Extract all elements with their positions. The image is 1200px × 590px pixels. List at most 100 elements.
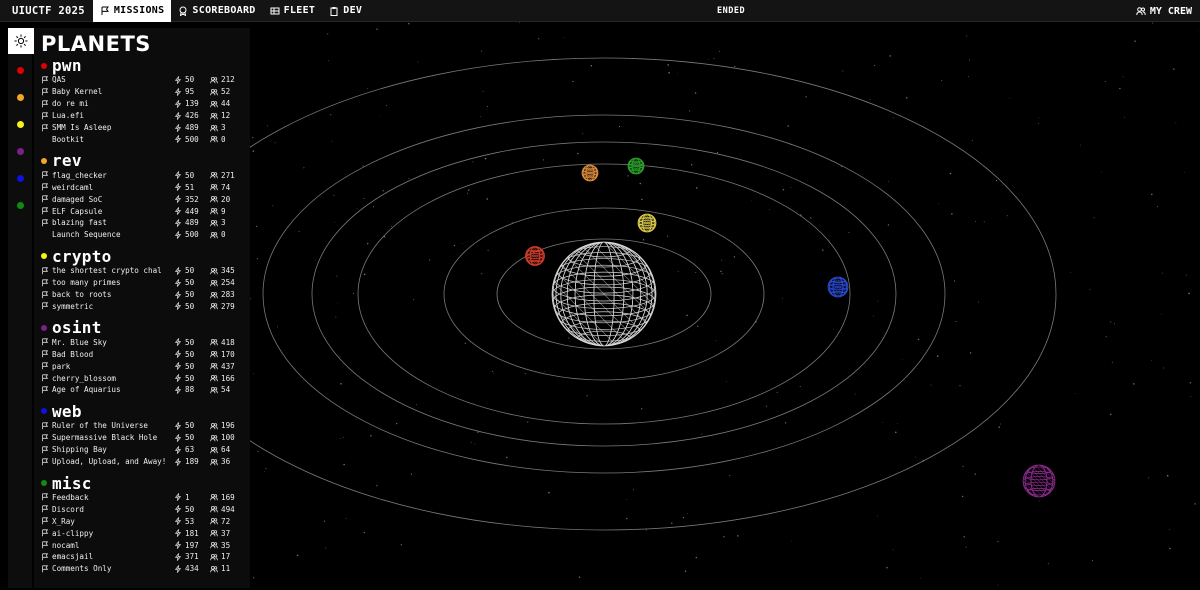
- star: [997, 584, 999, 586]
- challenge-row[interactable]: back to roots 50 283: [41, 289, 246, 301]
- star: [645, 529, 647, 531]
- challenge-row[interactable]: Launch Sequence 500 0: [41, 229, 246, 241]
- solves-icon: [210, 291, 218, 298]
- challenge-name: Ruler of the Universe: [52, 421, 149, 431]
- challenge-row[interactable]: SMM Is Asleep 489 3: [41, 122, 246, 134]
- star: [1133, 383, 1135, 385]
- challenge-solves: 35: [221, 540, 231, 550]
- challenge-solves: 212: [221, 75, 235, 85]
- star: [886, 567, 888, 569]
- challenge-row[interactable]: QAS 50 212: [41, 74, 246, 86]
- star: [379, 115, 381, 116]
- planet-rev[interactable]: [580, 151, 599, 194]
- challenge-row[interactable]: X_Ray 53 72: [41, 515, 246, 527]
- challenge-row[interactable]: weirdcaml 51 74: [41, 181, 246, 193]
- star: [936, 355, 939, 357]
- star: [671, 522, 673, 524]
- challenge-row[interactable]: Upload, Upload, and Away! 189 36: [41, 456, 246, 468]
- rail-category-dot[interactable]: [17, 67, 24, 74]
- nav-fleet[interactable]: FLEET: [263, 0, 323, 22]
- challenge-solves: 9: [221, 206, 226, 216]
- nav-dev[interactable]: DEV: [322, 0, 369, 22]
- challenge-row[interactable]: Comments Only 434 11: [41, 563, 246, 575]
- star: [1000, 423, 1002, 425]
- challenge-row[interactable]: cherry_blossom 50 166: [41, 372, 246, 384]
- challenge-row[interactable]: Supermassive Black Hole 50 100: [41, 432, 246, 444]
- challenge-row[interactable]: emacsjail 371 17: [41, 551, 246, 563]
- challenge-points: 500: [185, 230, 199, 240]
- rail-category-dot[interactable]: [17, 94, 24, 101]
- star: [298, 231, 300, 233]
- category-header[interactable]: rev: [41, 151, 246, 170]
- flag-icon: [42, 434, 49, 441]
- challenge-row[interactable]: Bootkit 500 0: [41, 133, 246, 145]
- challenge-row[interactable]: nocaml 197 35: [41, 539, 246, 551]
- challenge-row[interactable]: symmetric 50 279: [41, 300, 246, 312]
- category-header[interactable]: pwn: [41, 56, 246, 75]
- challenge-row[interactable]: Age of Aquarius 88 54: [41, 384, 246, 396]
- star: [538, 38, 540, 40]
- category-header[interactable]: web: [41, 402, 246, 421]
- challenge-row[interactable]: ai-clippy 181 37: [41, 527, 246, 539]
- challenge-solves: 418: [221, 337, 235, 347]
- star: [1047, 563, 1049, 565]
- nav-missions[interactable]: MISSIONS: [92, 0, 172, 22]
- challenge-row[interactable]: flag_checker 50 271: [41, 169, 246, 181]
- challenge-solves: 64: [221, 445, 231, 455]
- rail-category-dot[interactable]: [17, 175, 24, 182]
- points-icon: [174, 183, 182, 192]
- challenge-row[interactable]: Lua.efi 426 12: [41, 110, 246, 122]
- nav-missions-label: MISSIONS: [113, 5, 165, 16]
- challenge-row[interactable]: park 50 437: [41, 360, 246, 372]
- challenge-row[interactable]: do re mi 139 44: [41, 98, 246, 110]
- star: [1189, 382, 1192, 384]
- planet-pwn[interactable]: [524, 230, 547, 281]
- challenge-row[interactable]: damaged SoC 352 20: [41, 193, 246, 205]
- challenge-solves: 345: [221, 266, 235, 276]
- star: [333, 194, 335, 196]
- rail-category-dot[interactable]: [17, 148, 24, 155]
- planet-crypto[interactable]: [636, 199, 658, 248]
- star: [1089, 288, 1091, 290]
- planet-misc[interactable]: [626, 144, 645, 187]
- planet-web[interactable]: [826, 260, 850, 314]
- my-crew-button[interactable]: MY CREW: [1136, 0, 1192, 22]
- challenge-row[interactable]: Bad Blood 50 170: [41, 348, 246, 360]
- points-icon: [174, 445, 182, 454]
- theme-toggle-button[interactable]: [8, 28, 34, 54]
- category-header[interactable]: crypto: [41, 247, 246, 266]
- challenge-row[interactable]: the shortest crypto chal 50 345: [41, 265, 246, 277]
- challenge-row[interactable]: Mr. Blue Sky 50 418: [41, 336, 246, 348]
- star: [641, 408, 643, 410]
- challenge-row[interactable]: blazing fast 489 3: [41, 217, 246, 229]
- solves-icon: [210, 172, 218, 179]
- points-icon: [174, 111, 182, 120]
- category-header[interactable]: misc: [41, 474, 246, 493]
- category-section: misc Feedback 1 169 Discord 50 494 X_Ray 53 72 ai-…: [41, 474, 246, 575]
- star: [376, 28, 378, 30]
- star: [644, 304, 646, 306]
- category-name: osint: [52, 318, 102, 338]
- rail-category-dot[interactable]: [17, 202, 24, 209]
- nav-scoreboard[interactable]: SCOREBOARD: [171, 0, 262, 22]
- challenge-row[interactable]: Shipping Bay 63 64: [41, 444, 246, 456]
- challenge-row[interactable]: Discord 50 494: [41, 503, 246, 515]
- brand-title[interactable]: UIUCTF 2025: [0, 5, 93, 17]
- challenge-row[interactable]: ELF Capsule 449 9: [41, 205, 246, 217]
- star: [1134, 40, 1136, 42]
- challenge-row[interactable]: Feedback 1 169: [41, 492, 246, 504]
- challenge-row[interactable]: Ruler of the Universe 50 196: [41, 420, 246, 432]
- star: [695, 556, 697, 559]
- flag-icon: [42, 88, 49, 96]
- flag-icon: [42, 493, 49, 501]
- star: [962, 465, 964, 467]
- sun-planet[interactable]: [542, 154, 667, 435]
- challenge-name: ai-clippy: [52, 528, 94, 538]
- star: [543, 371, 545, 372]
- challenge-row[interactable]: Baby Kernel 95 52: [41, 86, 246, 98]
- category-header[interactable]: osint: [41, 318, 246, 338]
- rail-category-dot[interactable]: [17, 121, 24, 128]
- flag-icon: [42, 457, 49, 465]
- challenge-row[interactable]: too many primes 50 254: [41, 277, 246, 289]
- star: [492, 370, 494, 372]
